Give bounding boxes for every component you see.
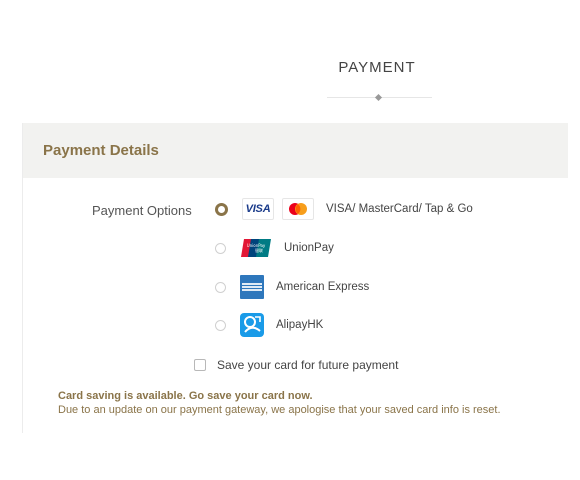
payment-option-label: AlipayHK <box>276 319 324 331</box>
divider-ornament <box>374 93 383 102</box>
alipayhk-icon <box>240 313 264 337</box>
save-card-checkbox[interactable] <box>194 359 206 371</box>
payment-option-unionpay[interactable]: UnionPay 银联 UnionPay <box>215 236 334 260</box>
page-title: PAYMENT <box>338 59 416 76</box>
payment-radio-amex[interactable] <box>215 281 226 293</box>
payment-option-amex[interactable]: American Express <box>215 275 369 299</box>
payment-option-label: UnionPay <box>284 242 334 254</box>
payment-option-alipayhk[interactable]: AlipayHK <box>215 313 323 337</box>
payment-option-label: VISA/ MasterCard/ Tap & Go <box>326 203 473 215</box>
visa-icon: VISA <box>242 198 274 220</box>
payment-option-visa-mastercard[interactable]: VISA VISA/ MasterCard/ Tap & Go <box>215 197 473 221</box>
notice-body: Due to an update on our payment gateway,… <box>58 404 501 416</box>
panel-title: Payment Details <box>43 142 159 159</box>
payment-radio-alipayhk[interactable] <box>215 319 226 331</box>
panel-header: Payment Details <box>23 123 568 178</box>
mastercard-icon <box>282 198 314 220</box>
payment-radio-visa-mastercard[interactable] <box>215 202 228 216</box>
notice-title: Card saving is available. Go save your c… <box>58 390 313 402</box>
payment-radio-unionpay[interactable] <box>215 242 226 254</box>
payment-options-label: Payment Options <box>92 203 192 218</box>
amex-icon <box>240 275 264 299</box>
unionpay-icon: UnionPay 银联 <box>240 238 272 258</box>
payment-option-label: American Express <box>276 281 370 293</box>
save-card-label: Save your card for future payment <box>217 358 399 372</box>
save-card-row[interactable]: Save your card for future payment <box>194 358 398 372</box>
visa-logo-text: VISA <box>245 203 271 215</box>
svg-text:银联: 银联 <box>255 247 263 253</box>
